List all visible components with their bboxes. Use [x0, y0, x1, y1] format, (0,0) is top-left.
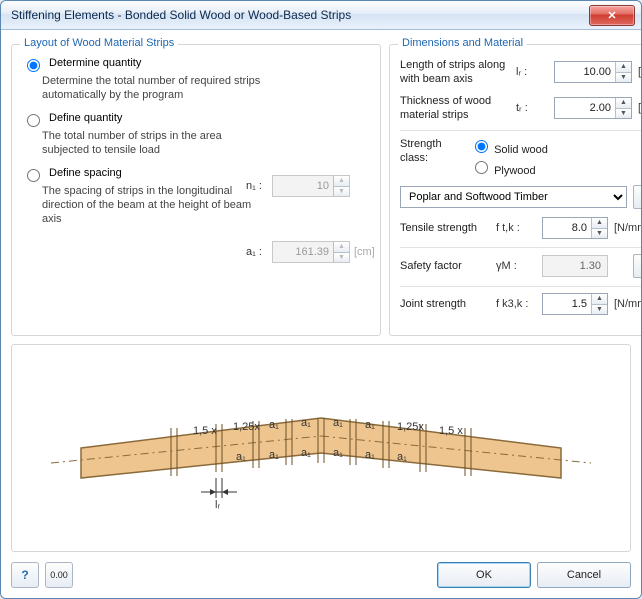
window-title: Stiffening Elements - Bonded Solid Wood … — [11, 8, 589, 22]
a1-unit: [cm] — [354, 246, 375, 258]
length-label: Length of strips along with beam axis — [400, 58, 510, 86]
svg-text:a₁: a₁ — [301, 417, 311, 429]
spin-up-icon[interactable]: ▲ — [616, 62, 631, 72]
spin-up-icon[interactable]: ▲ — [592, 294, 607, 304]
radio-define-quantity[interactable] — [27, 114, 40, 127]
thickness-label: Thickness of wood material strips — [400, 94, 510, 122]
svg-text:a₁: a₁ — [365, 449, 375, 461]
beam-diagram: 1,5 x 1,25x a₁ a₁ a₁ a₁ 1,25x 1,5 x a₁ a… — [21, 358, 621, 538]
spin-down-icon[interactable]: ▼ — [592, 228, 607, 239]
spin-up-icon[interactable]: ▲ — [592, 218, 607, 228]
library-button[interactable]: ▯ — [633, 185, 642, 209]
svg-text:1,5 x: 1,5 x — [193, 425, 217, 437]
ftk-field[interactable]: ▲▼ — [542, 217, 608, 239]
fk3k-input[interactable] — [543, 294, 591, 314]
group-dimensions: Dimensions and Material Length of strips… — [389, 44, 642, 336]
determine-quantity-desc: Determine the total number of required s… — [42, 74, 302, 102]
ftk-symbol: f t,k : — [496, 222, 536, 234]
svg-text:a₁: a₁ — [333, 447, 343, 459]
svg-text:a₁: a₁ — [236, 451, 246, 463]
radio-solid-wood[interactable] — [475, 140, 488, 153]
help-button[interactable]: ? — [11, 562, 39, 588]
joint-label: Joint strength — [400, 297, 490, 311]
n1-field: ▲▼ — [272, 175, 350, 197]
svg-text:a₁: a₁ — [269, 449, 279, 461]
radio-determine-quantity[interactable] — [27, 59, 40, 72]
diagram-panel: 1,5 x 1,25x a₁ a₁ a₁ a₁ 1,25x 1,5 x a₁ a… — [11, 344, 631, 552]
fk3k-symbol: f k3,k : — [496, 298, 536, 310]
svg-text:1,25x: 1,25x — [397, 421, 424, 433]
close-icon: ✕ — [607, 9, 616, 22]
ftk-unit: [N/mm²] — [614, 222, 642, 234]
n1-input — [273, 176, 333, 196]
fk3k-field[interactable]: ▲▼ — [542, 293, 608, 315]
a1-input — [273, 242, 333, 262]
spin-down-icon[interactable]: ▼ — [616, 108, 631, 119]
define-spacing-desc: The spacing of strips in the longitudina… — [42, 184, 252, 226]
define-quantity-desc: The total number of strips in the area s… — [42, 129, 242, 157]
cancel-button[interactable]: Cancel — [537, 562, 631, 588]
svg-text:lᵣ: lᵣ — [215, 499, 220, 511]
radio-plywood[interactable] — [475, 161, 488, 174]
help-icon: ? — [21, 568, 28, 582]
option-define-quantity[interactable]: Define quantity — [22, 112, 370, 127]
group-layout-title: Layout of Wood Material Strips — [20, 37, 178, 49]
tensile-label: Tensile strength — [400, 221, 490, 235]
fk3k-unit: [N/mm²] — [614, 298, 642, 310]
spin-down-icon: ▼ — [334, 186, 349, 197]
tr-input[interactable] — [555, 98, 615, 118]
radio-solid-wood-label: Solid wood — [494, 144, 548, 156]
lr-symbol: lᵣ : — [516, 66, 548, 78]
lr-input[interactable] — [555, 62, 615, 82]
ok-button[interactable]: OK — [437, 562, 531, 588]
lr-unit: [cm] — [638, 66, 642, 78]
svg-text:a₁: a₁ — [365, 419, 375, 431]
dialog-footer: ? 0.00 OK Cancel — [11, 562, 631, 588]
tr-unit: [cm] — [638, 102, 642, 114]
svg-text:a₁: a₁ — [269, 419, 279, 431]
radio-plywood-label: Plywood — [494, 165, 536, 177]
ok-button-label: OK — [476, 569, 492, 581]
svg-text:a₁: a₁ — [333, 417, 343, 429]
cancel-button-label: Cancel — [567, 569, 601, 581]
spin-down-icon: ▼ — [334, 252, 349, 263]
ftk-input[interactable] — [543, 218, 591, 238]
tr-symbol: tᵣ : — [516, 102, 548, 114]
n1-symbol: n₁ : — [246, 180, 268, 192]
dialog-window: Stiffening Elements - Bonded Solid Wood … — [0, 0, 642, 599]
radio-determine-quantity-label: Determine quantity — [49, 57, 141, 69]
option-solid-wood[interactable]: Solid wood — [470, 137, 548, 156]
lr-field[interactable]: ▲▼ — [554, 61, 632, 83]
units-icon: 0.00 — [50, 570, 68, 580]
radio-define-quantity-label: Define quantity — [49, 112, 122, 124]
a1-field: ▲▼ — [272, 241, 350, 263]
a1-symbol: a₁ : — [246, 246, 268, 258]
radio-define-spacing[interactable] — [27, 169, 40, 182]
svg-text:1,5 x: 1,5 x — [439, 425, 463, 437]
tr-field[interactable]: ▲▼ — [554, 97, 632, 119]
svg-text:a₁: a₁ — [301, 447, 311, 459]
timber-combo[interactable]: Poplar and Softwood Timber — [400, 186, 627, 208]
spin-up-icon: ▲ — [334, 176, 349, 186]
spin-up-icon[interactable]: ▲ — [616, 98, 631, 108]
svg-text:a₁: a₁ — [397, 451, 407, 463]
titlebar: Stiffening Elements - Bonded Solid Wood … — [1, 1, 641, 30]
spin-up-icon: ▲ — [334, 242, 349, 252]
radio-define-spacing-label: Define spacing — [49, 167, 122, 179]
units-button[interactable]: 0.00 — [45, 562, 73, 588]
safety-label: Safety factor — [400, 259, 490, 273]
spin-down-icon[interactable]: ▼ — [592, 304, 607, 315]
group-layout: Layout of Wood Material Strips Determine… — [11, 44, 381, 336]
option-determine-quantity[interactable]: Determine quantity — [22, 57, 370, 72]
gamma-symbol: γM : — [496, 260, 536, 272]
svg-text:1,25x: 1,25x — [233, 421, 260, 433]
spin-down-icon[interactable]: ▼ — [616, 72, 631, 83]
group-dimensions-title: Dimensions and Material — [398, 37, 527, 49]
gamma-value: 1.30 — [542, 255, 608, 277]
safety-settings-button[interactable]: ⋯ — [633, 254, 642, 278]
option-plywood[interactable]: Plywood — [470, 158, 548, 177]
close-button[interactable]: ✕ — [589, 5, 635, 26]
strength-class-label: Strength class: — [400, 137, 460, 165]
